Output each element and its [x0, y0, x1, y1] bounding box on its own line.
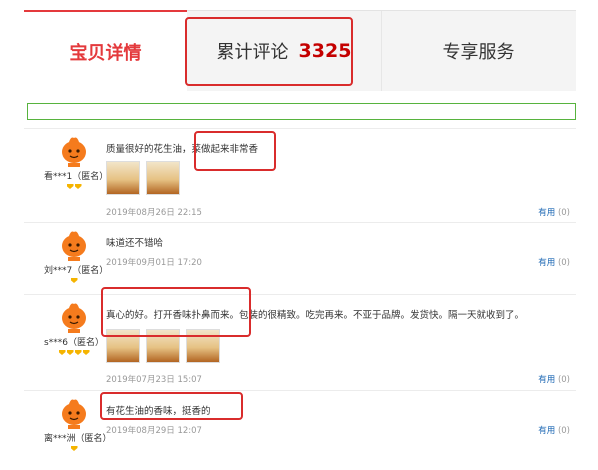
gem-icon	[70, 446, 78, 451]
review-date: 2019年08月29日 12:07	[106, 426, 202, 436]
avatar	[62, 303, 86, 333]
reviewer: 离***洲（匿名）	[44, 397, 112, 451]
gem-icon	[74, 350, 82, 355]
reviewer-level	[44, 446, 104, 451]
gem-icon	[70, 278, 78, 283]
useful-button[interactable]: 有用 (0)	[538, 206, 570, 218]
useful-count: (0)	[557, 426, 570, 436]
reviewer-name: 离***洲（匿名）	[44, 434, 112, 444]
reviewer-name: 看***1（匿名）	[44, 172, 109, 182]
useful-label[interactable]: 有用	[538, 375, 555, 385]
reviewer-name: 刘***7（匿名）	[44, 266, 109, 276]
reviewer-level	[44, 184, 104, 189]
tab-service-label: 专享服务	[442, 42, 515, 63]
useful-button[interactable]: 有用 (0)	[538, 373, 570, 385]
reviewer: 刘***7（匿名）	[44, 229, 109, 283]
highlight-box-review-1	[194, 131, 276, 171]
reviewer-level	[44, 350, 104, 355]
gem-icon	[66, 184, 74, 189]
useful-label[interactable]: 有用	[538, 426, 555, 436]
highlight-box-review-3	[101, 287, 251, 337]
gem-icon	[58, 350, 66, 355]
useful-button[interactable]: 有用 (0)	[538, 424, 570, 436]
gem-icon	[82, 350, 90, 355]
review-date: 2019年09月01日 17:20	[106, 258, 202, 268]
review-item: 看***1（匿名） 质量很好的花生油，菜做起来非常香 2019年08月26日 2…	[24, 128, 576, 223]
useful-count: (0)	[557, 208, 570, 218]
tab-service[interactable]: 专享服务	[381, 11, 576, 91]
review-photo[interactable]	[146, 161, 180, 195]
useful-count: (0)	[557, 258, 570, 268]
review-date: 2019年07月23日 15:07	[106, 375, 202, 385]
useful-label[interactable]: 有用	[538, 208, 555, 218]
useful-label[interactable]: 有用	[538, 258, 555, 268]
tab-product-detail-label: 宝贝详情	[69, 43, 142, 64]
review-photo[interactable]	[106, 161, 140, 195]
review-text: 味道还不错哈	[106, 238, 164, 249]
reviewer: 看***1（匿名）	[44, 135, 109, 189]
reviewer-level	[44, 278, 104, 283]
highlight-box-review-4	[100, 392, 243, 420]
useful-count: (0)	[557, 375, 570, 385]
gem-icon	[74, 184, 82, 189]
useful-button[interactable]: 有用 (0)	[538, 256, 570, 268]
review-photos	[106, 161, 180, 195]
highlight-box-tab	[185, 17, 353, 86]
avatar	[62, 399, 86, 429]
input-bar[interactable]	[27, 103, 576, 120]
avatar	[62, 231, 86, 261]
gem-icon	[66, 350, 74, 355]
reviewer: s***6（匿名）	[44, 301, 104, 355]
tab-product-detail[interactable]: 宝贝详情	[24, 10, 187, 92]
avatar	[62, 137, 86, 167]
review-date: 2019年08月26日 22:15	[106, 208, 202, 218]
reviewer-name: s***6（匿名）	[44, 338, 104, 348]
review-item: 刘***7（匿名） 味道还不错哈 2019年09月01日 17:20 有用 (0…	[24, 222, 576, 295]
